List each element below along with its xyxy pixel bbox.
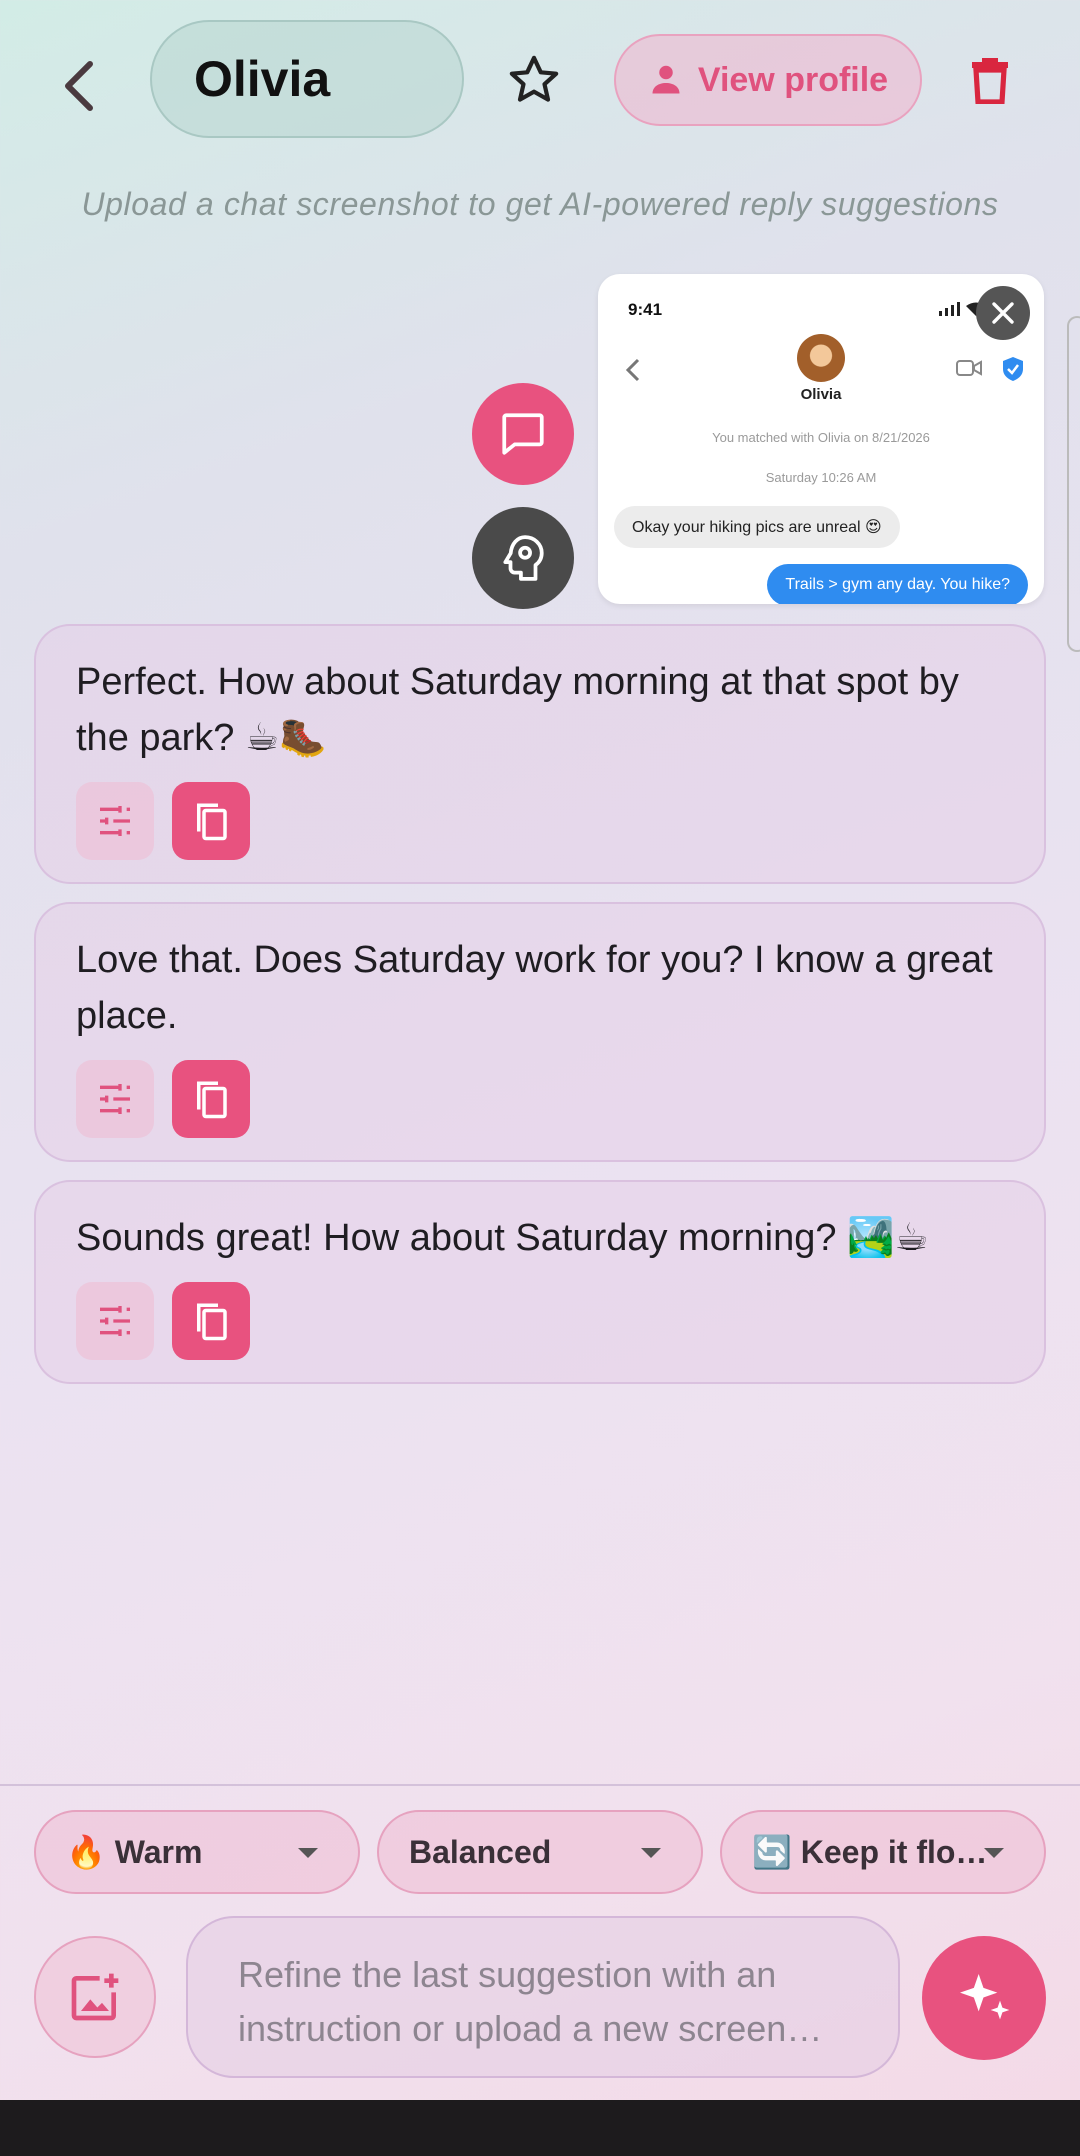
view-profile-label: View profile (697, 60, 889, 99)
contact-name-field[interactable]: Olivia (150, 20, 464, 138)
copy-button[interactable] (172, 782, 250, 860)
contact-name: Olivia (194, 51, 331, 107)
matched-notice: You matched with Olivia on 8/21/2026 (712, 430, 930, 445)
outgoing-message: Trails > gym any day. You hike? (767, 564, 1028, 604)
system-navigation-bar (0, 2100, 1080, 2156)
tune-icon (100, 806, 130, 836)
suggestion-card[interactable]: Sounds great! How about Saturday morning… (34, 1180, 1046, 1384)
goal-dropdown[interactable]: 🔄 Keep it flo… (720, 1810, 1046, 1894)
chat-screenshot-preview[interactable]: 9:41 Olivia You matched with Olivia on 8… (598, 274, 1044, 604)
suggestion-text: Love that. Does Saturday work for you? I… (76, 939, 993, 1037)
tone-value: 🔥 Warm (66, 1834, 203, 1870)
top-bar: Olivia View profile (0, 0, 1080, 170)
tune-icon (100, 1306, 130, 1336)
star-icon (509, 55, 559, 102)
refine-button[interactable] (76, 1282, 154, 1360)
refine-button[interactable] (76, 1060, 154, 1138)
copy-icon (197, 1303, 227, 1341)
refine-button[interactable] (76, 782, 154, 860)
copy-icon (197, 803, 227, 841)
avatar (797, 334, 845, 382)
chat-date: Saturday 10:26 AM (765, 470, 877, 485)
video-call-icon (956, 360, 982, 376)
chevron-down-icon (641, 1848, 661, 1858)
close-icon (992, 302, 1014, 324)
tone-dropdown[interactable]: 🔥 Warm (34, 1810, 360, 1894)
head-gear-icon (503, 535, 544, 581)
preview-back-icon (625, 358, 640, 382)
refine-input[interactable]: Refine the last suggestion with an instr… (186, 1916, 900, 2078)
preview-time: 9:41 (628, 300, 663, 319)
person-icon (652, 65, 680, 94)
view-profile-button[interactable]: View profile (614, 34, 922, 126)
chevron-down-icon (298, 1848, 318, 1858)
side-drawer-handle[interactable] (1067, 316, 1080, 652)
suggestion-card[interactable]: Perfect. How about Saturday morning at t… (34, 624, 1046, 884)
verified-badge-icon (1003, 357, 1023, 381)
suggestion-text: Perfect. How about Saturday morning at t… (76, 661, 959, 759)
length-value: Balanced (409, 1833, 552, 1870)
length-dropdown[interactable]: Balanced (377, 1810, 703, 1894)
favorite-button[interactable] (494, 40, 574, 120)
chevron-left-icon (65, 61, 93, 111)
upload-hint: Upload a chat screenshot to get AI-power… (81, 186, 999, 222)
signal-icon (939, 302, 960, 316)
add-photo-icon (71, 1973, 119, 2021)
psychology-button[interactable] (472, 507, 574, 609)
upload-image-button[interactable] (34, 1936, 156, 2058)
suggestion-text: Sounds great! How about Saturday morning… (76, 1217, 929, 1259)
generate-button[interactable] (922, 1936, 1046, 2060)
remove-screenshot-button[interactable] (976, 286, 1030, 340)
back-button[interactable] (38, 44, 122, 128)
sparkle-icon (960, 1974, 1010, 2020)
composer-divider (0, 1784, 1080, 1786)
chevron-down-icon (984, 1848, 1004, 1858)
chat-bubble-icon (502, 413, 544, 455)
goal-value: 🔄 Keep it flo… (752, 1834, 988, 1870)
copy-button[interactable] (172, 1282, 250, 1360)
preview-contact-name: Olivia (800, 386, 842, 403)
tune-icon (100, 1084, 130, 1114)
suggestion-card[interactable]: Love that. Does Saturday work for you? I… (34, 902, 1046, 1162)
incoming-message: Okay your hiking pics are unreal 😍 (614, 506, 900, 548)
copy-icon (197, 1081, 227, 1119)
delete-button[interactable] (950, 40, 1030, 120)
chat-mode-button[interactable] (472, 383, 574, 485)
copy-button[interactable] (172, 1060, 250, 1138)
trash-icon (972, 58, 1008, 104)
